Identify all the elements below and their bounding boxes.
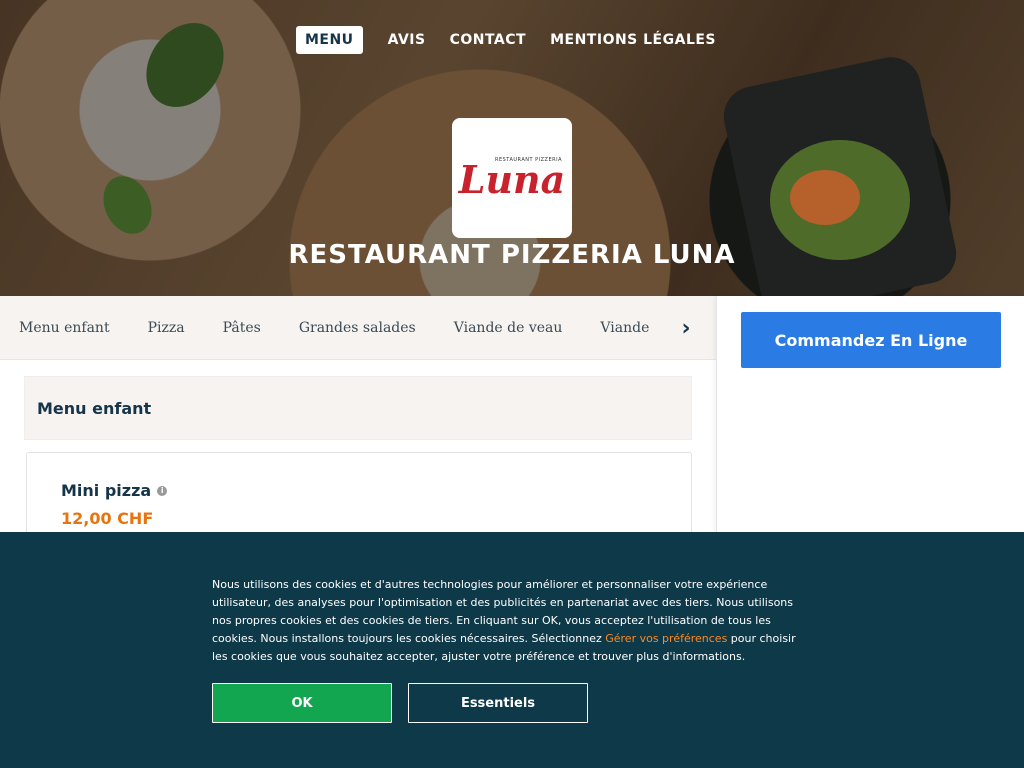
menu-item-price: 12,00 CHF bbox=[61, 509, 154, 528]
restaurant-title: RESTAURANT PIZZERIA LUNA bbox=[288, 240, 736, 270]
section-header: Menu enfant bbox=[24, 376, 692, 440]
hero-basil-decoration-2 bbox=[94, 168, 161, 242]
category-pizza[interactable]: Pizza bbox=[148, 320, 185, 336]
menu-item-name: Mini pizza bbox=[61, 481, 152, 500]
manage-preferences-link[interactable]: Gérer vos préférences bbox=[605, 632, 727, 645]
logo-wordmark: Luna bbox=[458, 157, 566, 202]
top-nav: MENU AVIS CONTACT MENTIONS LÉGALES bbox=[0, 26, 1024, 54]
category-pates[interactable]: Pâtes bbox=[223, 320, 261, 336]
category-viande-de-veau[interactable]: Viande de veau bbox=[454, 320, 563, 336]
category-grandes-salades[interactable]: Grandes salades bbox=[299, 320, 416, 336]
cookie-banner: Nous utilisons des cookies et d'autres t… bbox=[0, 532, 1024, 768]
chevron-right-icon[interactable]: › bbox=[676, 316, 696, 341]
category-viande-de-boeuf[interactable]: Viande de bœuf bbox=[600, 320, 654, 336]
section-title: Menu enfant bbox=[37, 398, 152, 418]
restaurant-logo: RESTAURANT PIZZERIA Luna bbox=[452, 118, 572, 238]
menu-item-name-row: Mini pizza i bbox=[61, 481, 168, 500]
order-online-button[interactable]: Commandez En Ligne bbox=[741, 312, 1001, 368]
category-menu-enfant[interactable]: Menu enfant bbox=[19, 320, 110, 336]
nav-mentions-legales[interactable]: MENTIONS LÉGALES bbox=[538, 26, 728, 54]
cookie-essentials-button[interactable]: Essentiels bbox=[408, 683, 588, 723]
cookie-message: Nous utilisons des cookies et d'autres t… bbox=[212, 576, 812, 666]
nav-menu[interactable]: MENU bbox=[295, 26, 363, 54]
cookie-ok-button[interactable]: OK bbox=[212, 683, 392, 723]
hero-topping-decoration bbox=[790, 170, 860, 225]
nav-contact[interactable]: CONTACT bbox=[438, 26, 539, 54]
info-icon[interactable]: i bbox=[157, 485, 168, 496]
category-bar: Menu enfant Pizza Pâtes Grandes salades … bbox=[0, 296, 716, 360]
nav-avis[interactable]: AVIS bbox=[376, 26, 438, 54]
category-list: Menu enfant Pizza Pâtes Grandes salades … bbox=[0, 320, 654, 336]
